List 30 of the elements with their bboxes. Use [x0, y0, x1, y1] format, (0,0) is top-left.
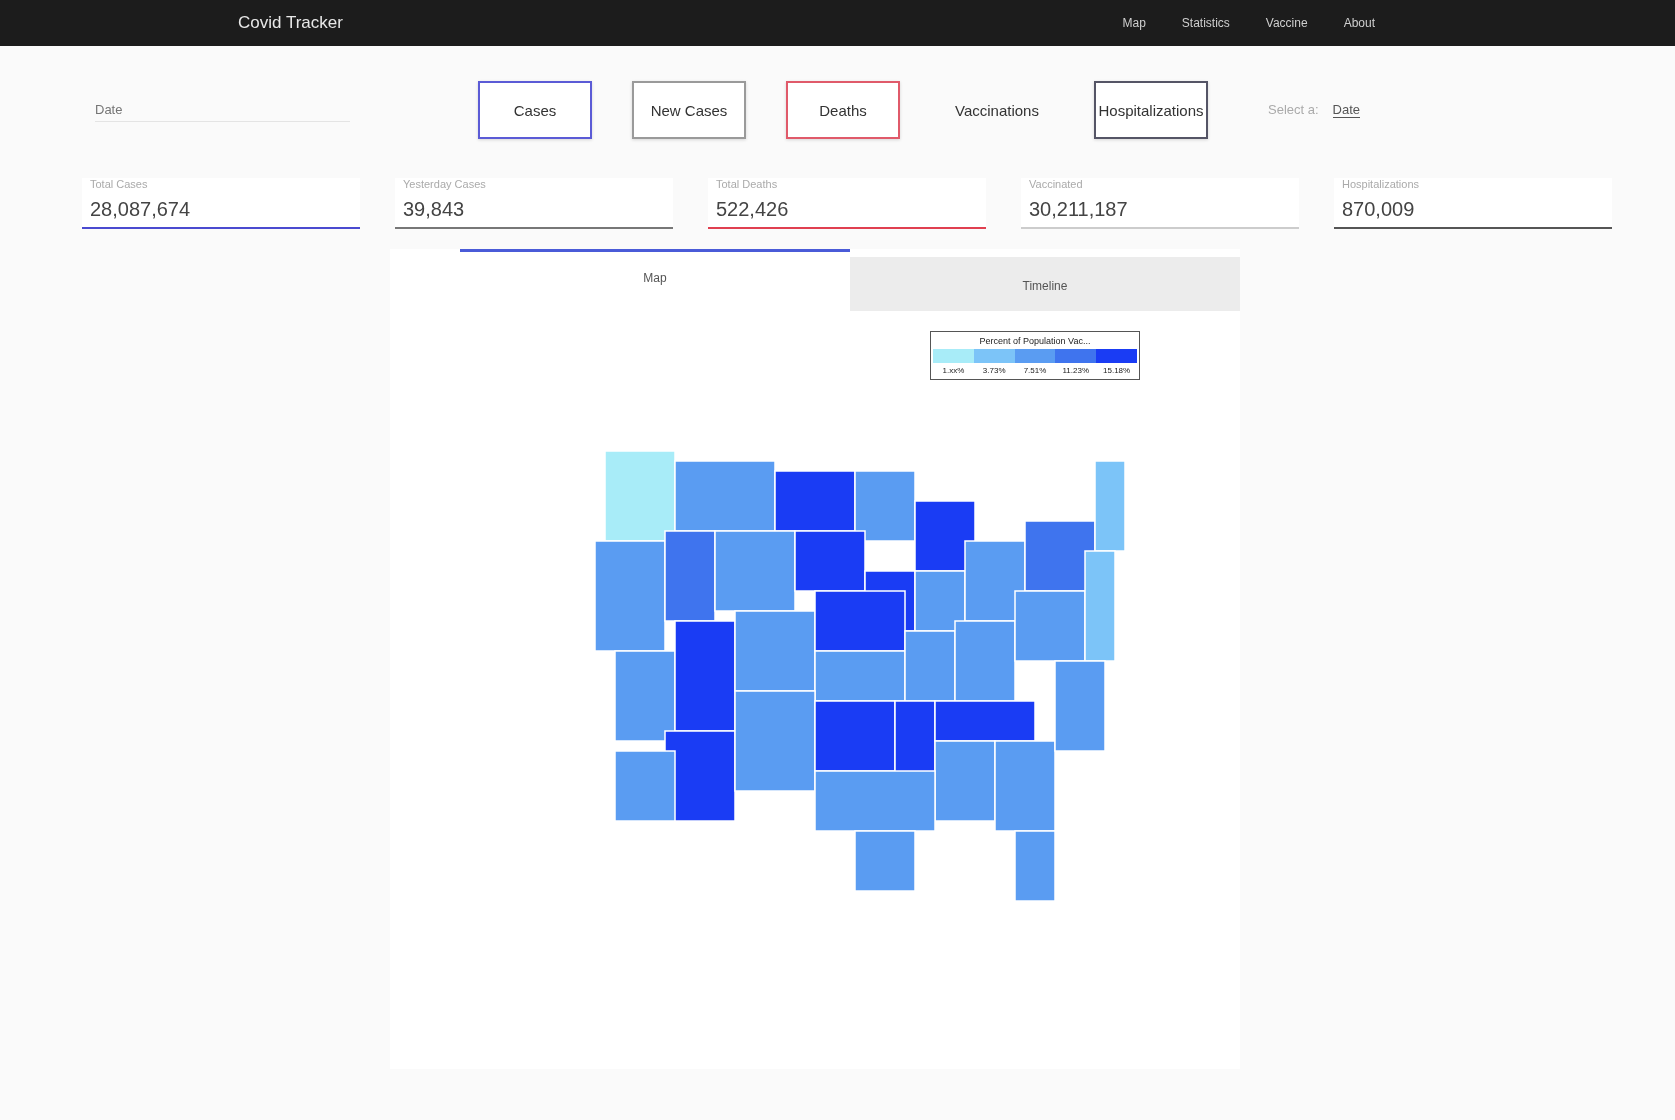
legend-label: 15.18% — [1102, 366, 1132, 375]
legend-label: 3.73% — [981, 366, 1007, 375]
metric-button[interactable]: Vaccinations — [940, 81, 1054, 139]
stat-value: 870,009 — [1342, 198, 1416, 221]
stat-label: Vaccinated — [1029, 178, 1084, 190]
view-tab[interactable]: Timeline — [850, 257, 1240, 311]
stat-label: Total Cases — [90, 178, 149, 190]
stat-label: Hospitalizations — [1342, 178, 1421, 190]
stat-label: Yesterday Cases — [403, 178, 487, 190]
stat-value: 522,426 — [716, 198, 790, 221]
select-label: Select a: — [1268, 102, 1319, 118]
stat-label: Total Deaths — [716, 178, 779, 190]
nav-link[interactable]: Vaccine — [1265, 16, 1308, 30]
date-field[interactable]: Date — [95, 98, 350, 122]
select-value[interactable]: Date — [1332, 102, 1361, 118]
nav-link[interactable]: Statistics — [1181, 16, 1230, 30]
metric-button[interactable]: Hospitalizations — [1094, 81, 1208, 139]
stat-value: 28,087,674 — [90, 198, 192, 221]
stat-value: 39,843 — [403, 198, 466, 221]
nav-link[interactable]: About — [1343, 16, 1375, 30]
legend-title: Percent of Population Vac... — [978, 336, 1092, 346]
metric-button[interactable]: Cases — [478, 81, 592, 139]
app-title: Covid Tracker — [238, 13, 343, 33]
metric-button[interactable]: New Cases — [632, 81, 746, 139]
nav-link[interactable]: Map — [1122, 16, 1146, 30]
legend-label: 11.23% — [1061, 366, 1091, 375]
legend-label: 1.xx% — [941, 366, 966, 375]
legend-label: 7.51% — [1022, 366, 1048, 375]
metric-button[interactable]: Deaths — [786, 81, 900, 139]
stat-value: 30,211,187 — [1029, 198, 1129, 221]
